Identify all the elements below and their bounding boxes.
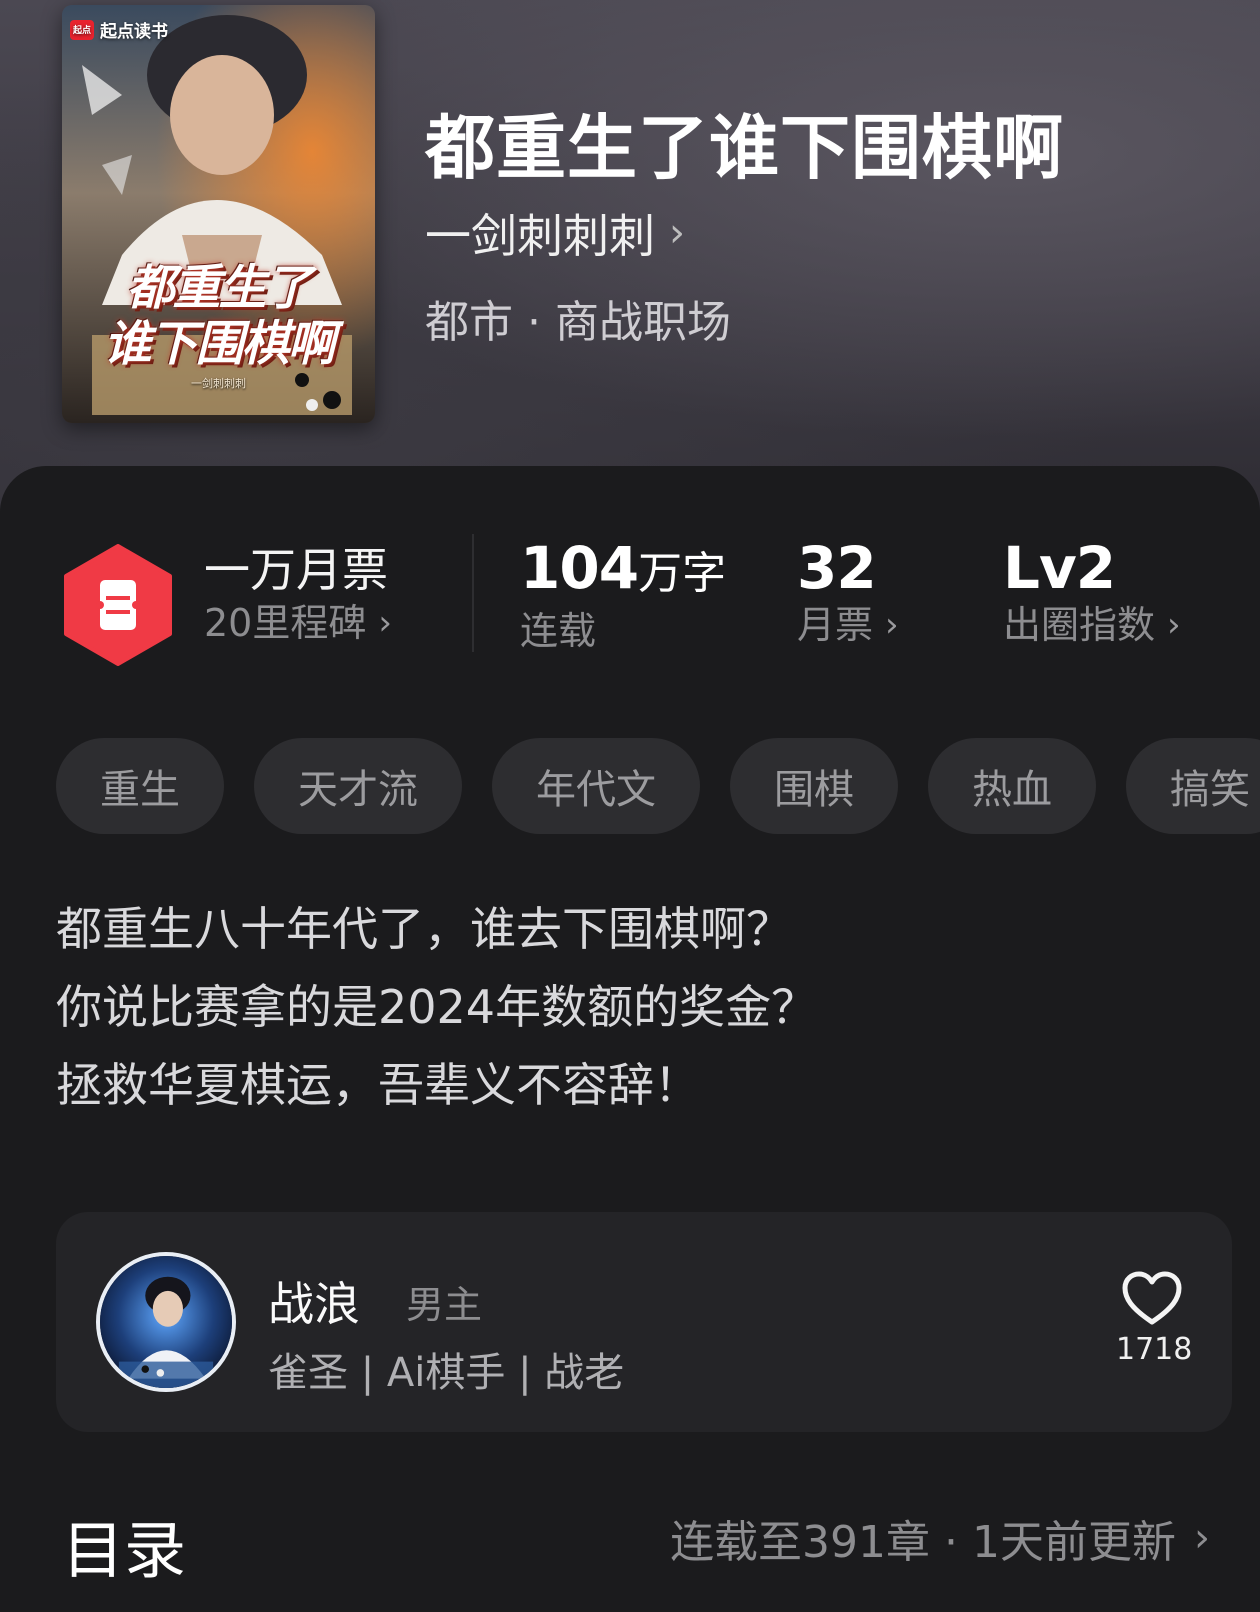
heart-outline-icon (1122, 1271, 1182, 1325)
tag-chip[interactable]: 天才流 (254, 738, 462, 834)
stats-bar: 一万月票 20里程碑 › 104万字 连载 32 月票 › Lv2 出圈指数 › (0, 466, 1260, 666)
ticket-hexagon-icon[interactable] (62, 544, 174, 666)
book-cover[interactable]: 起点 起点读书 都重生了 谁下围棋啊 一剑刺刺刺 (62, 5, 375, 423)
character-avatar-image (100, 1256, 232, 1388)
book-genre: 都市 · 商战职场 (425, 297, 731, 348)
chevron-right-icon: › (1167, 605, 1181, 645)
chevron-right-icon: › (669, 210, 685, 256)
milestone-stat[interactable]: 一万月票 20里程碑 › (204, 542, 392, 648)
tag-chip[interactable]: 年代文 (492, 738, 700, 834)
cover-title: 都重生了 谁下围棋啊 (103, 260, 335, 372)
tag-chip[interactable]: 热血 (928, 738, 1096, 834)
catalog-link[interactable]: 连载至391章 · 1天前更新 › (670, 1506, 1210, 1570)
tag-chip[interactable]: 围棋 (730, 738, 898, 834)
character-name: 战浪 (268, 1277, 360, 1331)
level-value: Lv2 (1003, 534, 1116, 602)
character-traits: 雀圣 | Ai棋手 | 战老 (268, 1350, 625, 1396)
catalog-title[interactable]: 目录 (62, 1500, 186, 1590)
level-label: 出圈指数 (1003, 603, 1156, 647)
tag-chip[interactable]: 重生 (56, 738, 224, 834)
author-link[interactable]: 一剑刺刺刺 › (425, 200, 685, 266)
like-count: 1718 (1116, 1332, 1193, 1367)
character-role: 男主 (406, 1283, 483, 1327)
author-name: 一剑刺刺刺 (425, 209, 655, 263)
tag-list: 重生 天才流 年代文 围棋 热血 搞笑 (56, 738, 1260, 834)
popularity-level-stat[interactable]: Lv2 出圈指数 › (1003, 536, 1181, 650)
cover-author: 一剑刺刺刺 (191, 377, 246, 390)
monthly-tickets-value: 32 (797, 534, 877, 602)
monthly-tickets-stat[interactable]: 32 月票 › (797, 536, 899, 650)
milestone-label: 20里程碑 › (204, 601, 392, 645)
brand-logo-icon: 起点 (70, 19, 94, 40)
synopsis-line: 你说比赛拿的是2024年数额的奖金？ (56, 980, 818, 1034)
tag-chip[interactable]: 搞笑 (1126, 738, 1260, 834)
book-title: 都重生了谁下围棋啊 (425, 106, 1064, 189)
book-detail-page: 起点 起点读书 都重生了 谁下围棋啊 一剑刺刺刺 都重生了谁下围棋啊 一剑刺刺刺… (0, 0, 1260, 1612)
book-info-panel: 一万月票 20里程碑 › 104万字 连载 32 月票 › Lv2 出圈指数 ›… (0, 466, 1260, 1612)
chevron-right-icon: › (885, 605, 899, 645)
synopsis-line: 都重生八十年代了，谁去下围棋啊？ (56, 902, 792, 956)
character-avatar (96, 1252, 236, 1392)
status-label: 连载 (520, 609, 597, 653)
word-count-stat: 104万字 连载 (520, 536, 726, 656)
milestone-title: 一万月票 (204, 543, 388, 597)
cover-brand: 起点 起点读书 (70, 17, 168, 42)
like-button[interactable]: 1718 (1116, 1270, 1193, 1367)
monthly-tickets-label: 月票 (797, 603, 874, 647)
chevron-right-icon: › (378, 603, 392, 643)
book-synopsis[interactable]: 都重生八十年代了，谁去下围棋啊？ 你说比赛拿的是2024年数额的奖金？ 拯救华夏… (56, 890, 1206, 1124)
stats-divider (472, 534, 474, 652)
synopsis-line: 拯救华夏棋运，吾辈义不容辞！ (56, 1058, 700, 1112)
chevron-right-icon: › (1194, 1515, 1210, 1561)
catalog-update-info: 连载至391章 · 1天前更新 (670, 1517, 1176, 1568)
character-card[interactable]: 战浪 男主 雀圣 | Ai棋手 | 战老 1718 (56, 1212, 1232, 1432)
word-count-value: 104 (520, 534, 639, 602)
word-count-unit: 万字 (638, 548, 727, 599)
book-header: 起点 起点读书 都重生了 谁下围棋啊 一剑刺刺刺 都重生了谁下围棋啊 一剑刺刺刺… (0, 0, 1260, 520)
